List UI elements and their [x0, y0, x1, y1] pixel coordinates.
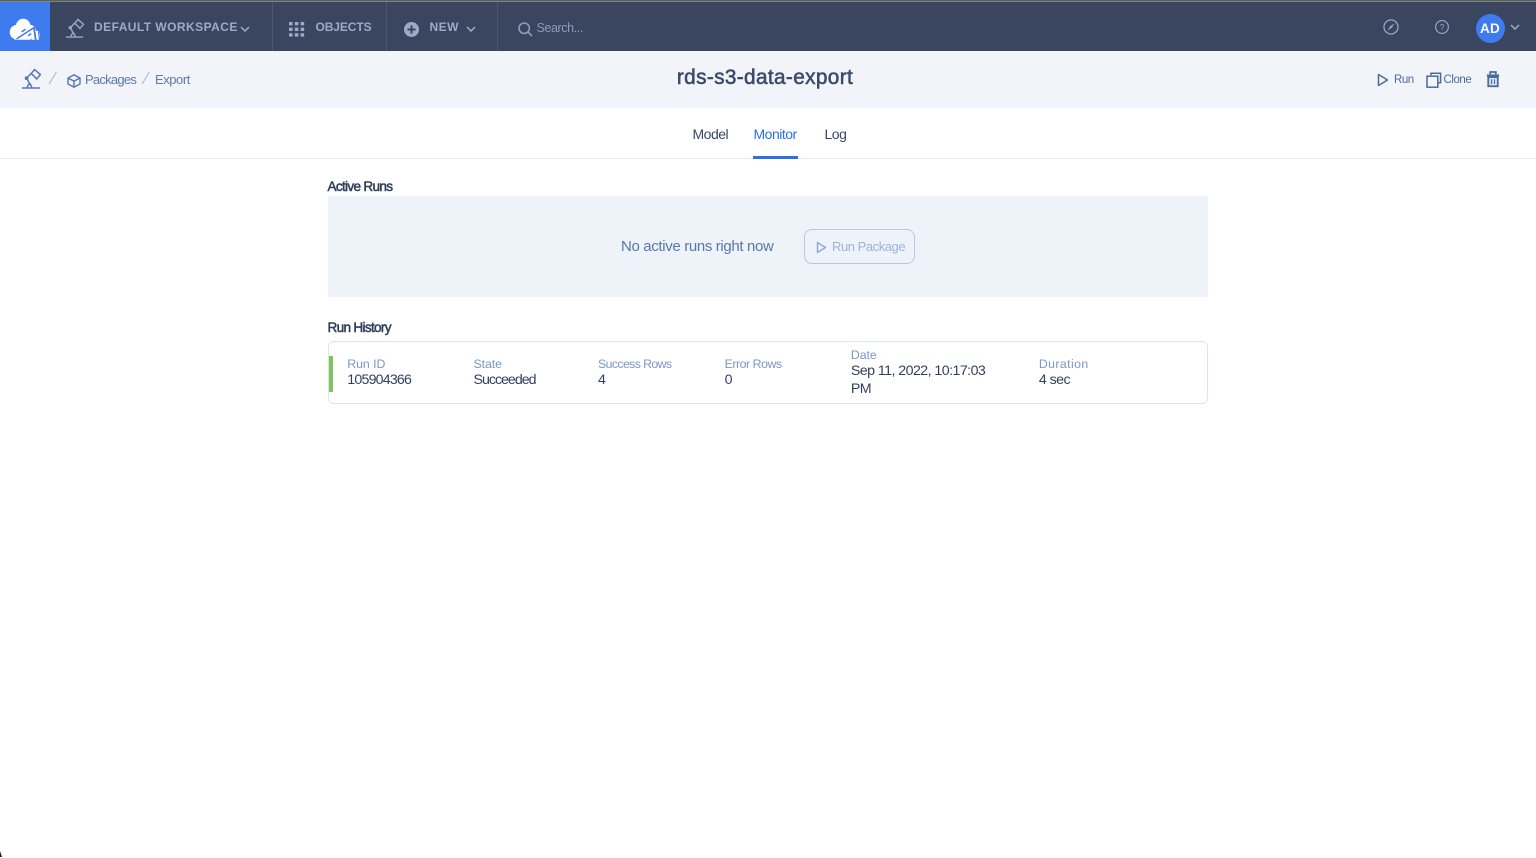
svg-text:?: ?: [1439, 22, 1444, 32]
